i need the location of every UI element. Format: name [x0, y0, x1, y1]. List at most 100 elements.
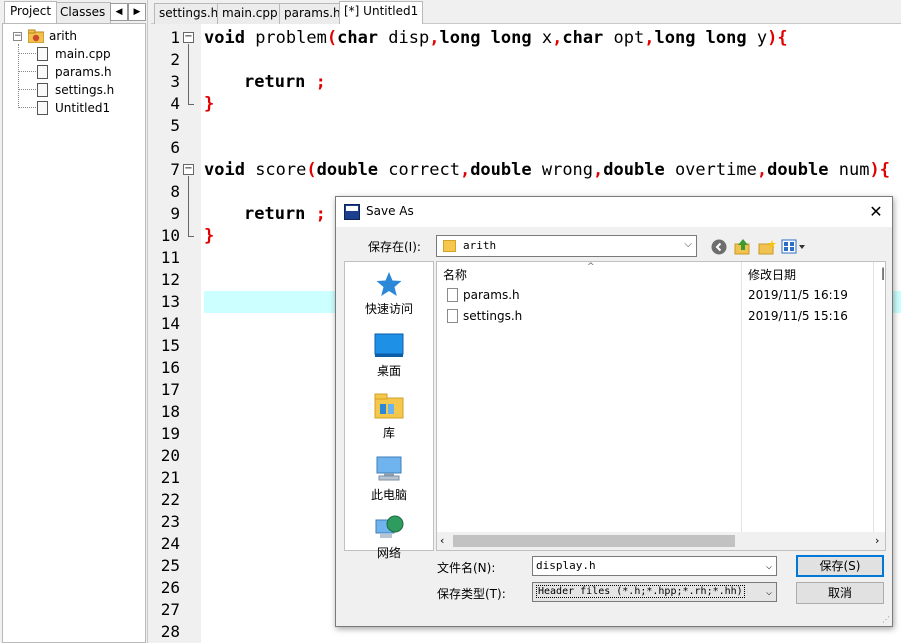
- code-line-7: void score(double correct,double wrong,d…: [204, 160, 890, 180]
- up-folder-icon[interactable]: [734, 238, 752, 255]
- fold-toggle-icon[interactable]: −: [183, 32, 194, 43]
- place-network[interactable]: 网络: [345, 512, 433, 572]
- code-line-1: void problem(char disp,long long x,char …: [204, 28, 788, 48]
- dialog-title-bar[interactable]: Save As ✕: [336, 197, 892, 227]
- fold-toggle-icon[interactable]: −: [183, 164, 194, 175]
- tree-item-file[interactable]: settings.h: [37, 81, 143, 99]
- sort-ascending-icon: ^: [587, 262, 595, 272]
- place-this-pc[interactable]: 此电脑: [345, 452, 433, 512]
- places-sidebar: 快速访问 桌面 库 此电脑 网络: [344, 261, 434, 560]
- chevron-down-icon[interactable]: ⌵: [766, 584, 772, 602]
- filename-input[interactable]: display.h ⌵: [532, 556, 777, 576]
- line-number: 10: [160, 226, 180, 245]
- collapse-icon[interactable]: −: [13, 32, 22, 41]
- column-header-date[interactable]: 修改日期: [748, 266, 796, 283]
- computer-icon: [376, 456, 402, 481]
- code-line-10: }: [204, 226, 215, 246]
- file-name: params.h: [463, 288, 520, 302]
- dialog-title: Save As: [366, 204, 414, 218]
- resize-grip-icon[interactable]: ⋰: [882, 615, 890, 624]
- filename-label: 文件名(N):: [437, 561, 496, 575]
- document-icon: [447, 288, 458, 302]
- tabs-scroll-right-button[interactable]: ▶: [128, 3, 146, 21]
- scroll-left-icon[interactable]: ‹: [440, 534, 444, 547]
- tree-item-project[interactable]: − arith: [13, 27, 143, 45]
- column-header-name[interactable]: 名称: [443, 266, 467, 283]
- chevron-down-icon[interactable]: ⌵: [766, 558, 772, 576]
- file-icon: [37, 65, 48, 79]
- tabs-scroll-left-button[interactable]: ◀: [110, 3, 128, 21]
- tab-classes[interactable]: Classes: [54, 2, 112, 23]
- save-button[interactable]: 保存(S): [796, 555, 884, 577]
- code-line-3: return ;: [244, 72, 326, 92]
- line-number: 15: [160, 336, 180, 355]
- save-in-value: arith: [463, 239, 497, 252]
- line-number: 14: [160, 314, 180, 333]
- save-as-dialog: Save As ✕ 保存在(I): arith ⌵ 快速访问 桌面 库 此电脑 …: [335, 196, 893, 627]
- place-label: 桌面: [376, 364, 401, 378]
- cancel-button[interactable]: 取消: [796, 582, 884, 604]
- back-icon[interactable]: [711, 239, 727, 255]
- tree-item-file[interactable]: main.cpp: [37, 45, 143, 63]
- line-number: 4: [170, 94, 180, 113]
- line-number: 22: [160, 490, 180, 509]
- place-libraries[interactable]: 库: [345, 390, 433, 450]
- line-number: 27: [160, 600, 180, 619]
- save-in-dropdown[interactable]: arith ⌵: [436, 235, 697, 257]
- line-number: 11: [160, 248, 180, 267]
- tab-params-h[interactable]: params.h: [279, 3, 346, 24]
- line-number-gutter: 1 2 3 4 5 6 7 8 9 10 11 12 13 14 15 16 17 18 19 20 21 22 23 24 2…: [151, 24, 201, 643]
- line-number: 20: [160, 446, 180, 465]
- tab-project[interactable]: Project: [4, 1, 58, 23]
- line-number: 24: [160, 534, 180, 553]
- line-number: 7: [170, 160, 180, 179]
- project-tree: − arith main.cpp params.h settings.h Unt…: [2, 23, 146, 643]
- place-quick-access[interactable]: 快速访问: [345, 266, 433, 326]
- devcpp-app-icon: [344, 204, 360, 220]
- place-desktop[interactable]: 桌面: [345, 328, 433, 388]
- scroll-right-icon[interactable]: ›: [875, 534, 879, 547]
- tab-untitled1[interactable]: [*] Untitled1: [339, 1, 424, 25]
- tree-item-file[interactable]: Untitled1: [37, 99, 143, 117]
- line-number: 13: [160, 292, 180, 311]
- tab-main-cpp[interactable]: main.cpp: [217, 3, 283, 24]
- line-number: 12: [160, 270, 180, 289]
- place-label: 网络: [376, 546, 401, 560]
- line-number: 16: [160, 358, 180, 377]
- code-line-9: return ;: [244, 204, 326, 224]
- line-number: 6: [170, 138, 180, 157]
- file-row[interactable]: params.h 2019/11/5 16:19: [437, 285, 885, 305]
- editor-tabs: settings.h main.cpp params.h [*] Untitle…: [151, 0, 901, 25]
- horizontal-scrollbar[interactable]: ‹ ›: [437, 532, 885, 550]
- filetype-dropdown[interactable]: Header files (*.h;*.hpp;*.rh;*.hh) ⌵: [532, 582, 777, 602]
- file-icon: [37, 47, 48, 61]
- project-icon: [28, 29, 44, 43]
- file-row[interactable]: settings.h 2019/11/5 15:16: [437, 306, 885, 326]
- tree-item-file[interactable]: params.h: [37, 63, 143, 81]
- line-number: 8: [170, 182, 180, 201]
- project-panel: Project Classes ◀ ▶ − arith main.cpp par…: [0, 0, 148, 643]
- line-number: 26: [160, 578, 180, 597]
- filetype-label: 保存类型(T):: [437, 587, 506, 601]
- file-list[interactable]: ^ 名称 修改日期 | params.h 2019/11/5 16:19 set…: [436, 261, 886, 551]
- line-number: 17: [160, 380, 180, 399]
- line-number: 23: [160, 512, 180, 531]
- project-name: arith: [49, 29, 77, 43]
- view-menu-icon[interactable]: [781, 239, 807, 255]
- code-line-4: }: [204, 94, 215, 114]
- file-name: settings.h: [463, 309, 523, 323]
- tab-settings-h[interactable]: settings.h: [154, 3, 224, 24]
- new-folder-icon[interactable]: [758, 239, 776, 255]
- document-icon: [447, 309, 458, 323]
- scrollbar-thumb[interactable]: [453, 535, 735, 547]
- line-number: 28: [160, 622, 180, 641]
- chevron-down-icon: ⌵: [684, 239, 692, 250]
- line-number: 18: [160, 402, 180, 421]
- close-icon[interactable]: ✕: [866, 202, 886, 221]
- library-icon: [374, 393, 404, 419]
- file-icon: [37, 83, 48, 97]
- line-number: 1: [170, 28, 180, 47]
- place-label: 此电脑: [370, 488, 407, 502]
- file-icon: [37, 101, 48, 115]
- folder-icon: [443, 240, 456, 252]
